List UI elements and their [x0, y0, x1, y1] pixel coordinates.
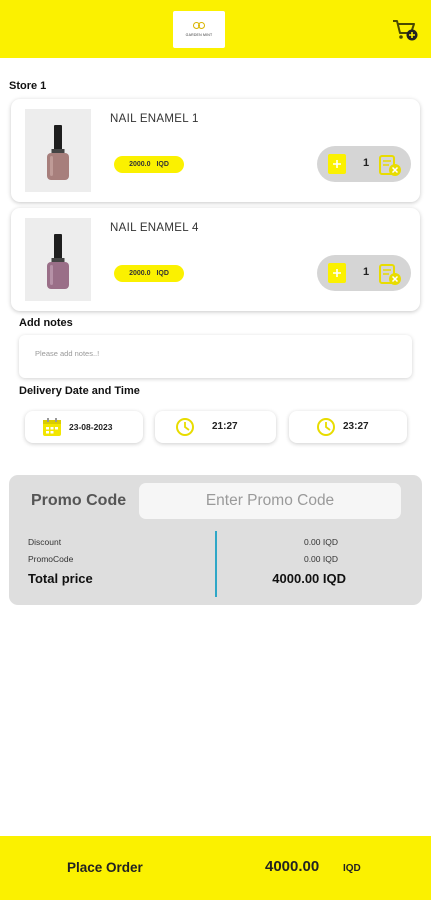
product-image	[25, 218, 91, 301]
brand-logo: GARDEN MINT	[173, 11, 225, 48]
clock-icon	[176, 418, 194, 436]
item-name: NAIL ENAMEL 4	[110, 222, 199, 234]
plus-icon	[333, 160, 341, 168]
discount-value: 0.00 IQD	[303, 537, 338, 547]
delivery-time-from-picker[interactable]: 21:27	[155, 411, 276, 443]
calendar-icon	[43, 418, 61, 436]
quantity-stepper: 1	[317, 255, 411, 291]
total-price-label: Total price	[28, 571, 93, 586]
item-name: NAIL ENAMEL 1	[110, 113, 199, 125]
increase-quantity-button[interactable]	[328, 263, 346, 283]
summary-divider	[215, 531, 217, 597]
notes-label: Add notes	[19, 317, 73, 329]
quantity-stepper: 1	[317, 146, 411, 182]
product-image	[25, 109, 91, 192]
delivery-label: Delivery Date and Time	[19, 385, 140, 397]
order-total-amount: 4000.00	[265, 858, 320, 875]
price-badge: 2000.0 IQD	[114, 265, 184, 282]
logo-text: GARDEN MINT	[185, 33, 213, 37]
promocode-value: 0.00 IQD	[303, 554, 338, 564]
delivery-date: 23-08-2023	[69, 422, 113, 432]
quantity-value: 1	[362, 266, 370, 278]
delivery-time-from: 21:27	[212, 421, 238, 432]
increase-quantity-button[interactable]	[328, 154, 346, 174]
order-total-currency: IQD	[343, 863, 361, 874]
plus-icon	[333, 269, 341, 277]
quantity-value: 1	[362, 157, 370, 169]
price-badge: 2000.0 IQD	[114, 156, 184, 173]
delivery-time-to-picker[interactable]: 23:27	[289, 411, 407, 443]
order-summary-panel: Promo Code Discount 0.00 IQD PromoCode 0…	[9, 475, 422, 605]
total-price-value: 4000.00 IQD	[272, 571, 346, 586]
place-order-bar[interactable]: Place Order 4000.00 IQD	[0, 836, 431, 900]
cart-item-card: NAIL ENAMEL 1 2000.0 IQD 1	[11, 99, 420, 202]
top-bar: GARDEN MINT	[0, 0, 431, 58]
cart-add-icon[interactable]	[392, 18, 418, 42]
logo-mark-icon	[193, 22, 205, 30]
item-price: 2000.0	[129, 270, 151, 277]
remove-item-icon[interactable]	[378, 153, 402, 177]
item-currency: IQD	[156, 270, 169, 277]
discount-label: Discount	[28, 537, 62, 547]
store-title: Store 1	[9, 80, 47, 92]
item-currency: IQD	[156, 161, 169, 168]
notes-input[interactable]: Please add notes..!	[19, 335, 412, 378]
place-order-button[interactable]: Place Order	[67, 860, 143, 875]
item-price: 2000.0	[129, 161, 151, 168]
cart-item-card: NAIL ENAMEL 4 2000.0 IQD 1	[11, 208, 420, 311]
delivery-time-to: 23:27	[343, 421, 369, 432]
remove-item-icon[interactable]	[378, 262, 402, 286]
promo-code-input[interactable]	[139, 483, 401, 519]
delivery-date-picker[interactable]: 23-08-2023	[25, 411, 143, 443]
promo-code-label: Promo Code	[31, 492, 127, 509]
clock-icon	[317, 418, 335, 436]
promocode-label: PromoCode	[28, 554, 74, 564]
